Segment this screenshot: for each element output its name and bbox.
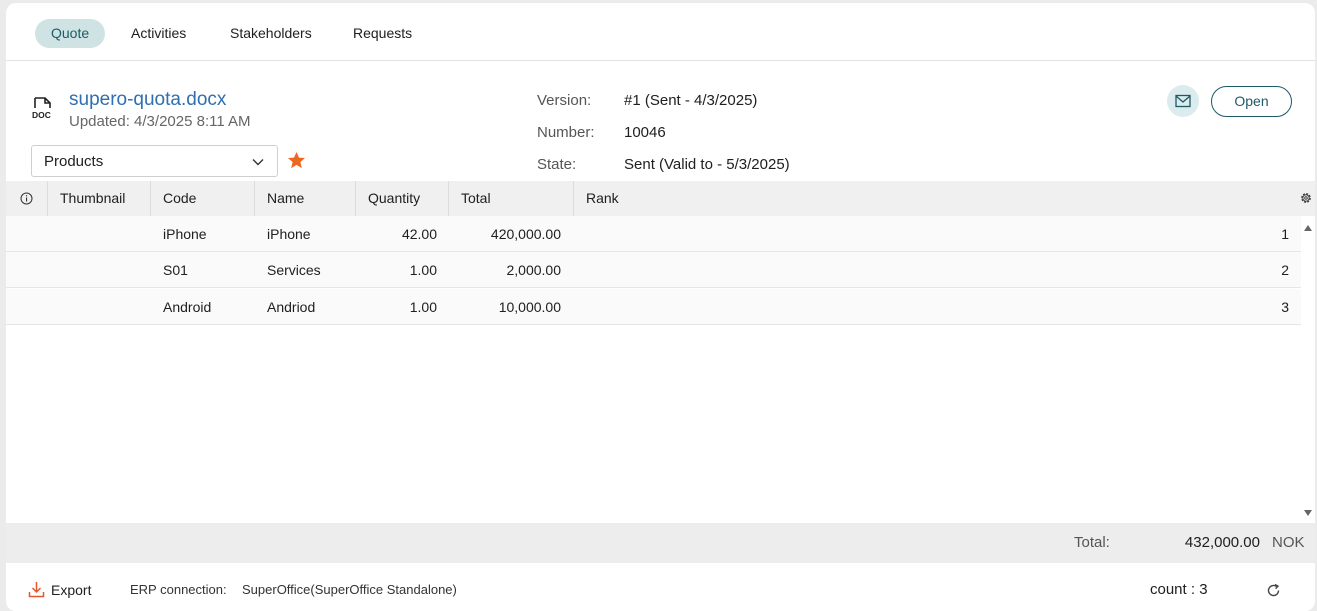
erp-connection-label: ERP connection:: [130, 582, 227, 597]
total-label: Total:: [1074, 534, 1110, 551]
scroll-down-arrow-icon[interactable]: [1304, 510, 1312, 516]
cell-name: iPhone: [267, 226, 311, 242]
doc-icon: DOC: [32, 97, 51, 120]
tab-activities[interactable]: Activities: [115, 19, 202, 48]
cell-code: iPhone: [163, 226, 207, 242]
cell-total: 2,000.00: [506, 262, 562, 278]
totals-bar: Total: 432,000.00 NOK: [6, 523, 1315, 563]
total-currency: NOK: [1272, 534, 1305, 551]
mail-icon: [1175, 94, 1191, 108]
info-column-header[interactable]: [6, 181, 48, 216]
number-value: 10046: [624, 124, 666, 141]
cell-code: Android: [163, 299, 212, 315]
grid-body: iPhone iPhone 42.00 420,000.00 1 S01 Ser…: [6, 216, 1301, 523]
open-button[interactable]: Open: [1211, 86, 1292, 117]
cell-total: 420,000.00: [490, 226, 561, 242]
table-row[interactable]: Android Andriod 1.00 10,000.00 3: [6, 289, 1301, 325]
grid-scrollbar[interactable]: [1301, 216, 1315, 523]
document-updated: Updated: 4/3/2025 8:11 AM: [69, 113, 251, 130]
column-header-total[interactable]: Total: [449, 181, 574, 216]
grid-header: Thumbnail Code Name Quantity Total Rank: [6, 181, 1315, 216]
tab-stakeholders[interactable]: Stakeholders: [214, 19, 328, 48]
table-row[interactable]: S01 Services 1.00 2,000.00 2: [6, 252, 1301, 288]
document-title-link[interactable]: supero-quota.docx: [69, 89, 226, 111]
version-label: Version:: [537, 92, 592, 109]
view-selector-value: Products: [44, 153, 104, 170]
cell-rank: 1: [1281, 226, 1289, 242]
cell-quantity: 1.00: [409, 299, 437, 315]
refresh-icon[interactable]: [1266, 583, 1281, 598]
cell-quantity: 1.00: [409, 262, 437, 278]
erp-connection-value: SuperOffice(SuperOffice Standalone): [242, 582, 457, 597]
send-email-button[interactable]: [1167, 85, 1199, 117]
column-header-name[interactable]: Name: [255, 181, 356, 216]
info-icon: [20, 192, 33, 205]
number-label: Number:: [537, 124, 595, 141]
column-header-quantity[interactable]: Quantity: [356, 181, 449, 216]
chevron-down-icon: [252, 159, 264, 166]
cell-code: S01: [163, 262, 188, 278]
scroll-up-arrow-icon[interactable]: [1304, 225, 1312, 231]
column-header-rank[interactable]: Rank: [574, 181, 1294, 216]
cell-rank: 2: [1281, 262, 1289, 278]
tab-quote[interactable]: Quote: [35, 19, 106, 48]
tab-bar: Quote Activities Stakeholders Requests: [6, 3, 1315, 61]
column-header-code[interactable]: Code: [151, 181, 255, 216]
star-icon[interactable]: [287, 151, 306, 170]
table-row[interactable]: iPhone iPhone 42.00 420,000.00 1: [6, 216, 1301, 252]
state-label: State:: [537, 156, 577, 173]
cell-name: Services: [267, 262, 321, 278]
cell-name: Andriod: [267, 299, 316, 315]
version-value: #1 (Sent - 4/3/2025): [624, 92, 758, 109]
gear-icon[interactable]: [1299, 191, 1313, 205]
state-value: Sent (Valid to - 5/3/2025): [624, 156, 790, 173]
quote-panel: Quote Activities Stakeholders Requests D…: [6, 3, 1315, 611]
footer: Export ERP connection: SuperOffice(Super…: [6, 564, 1315, 611]
download-icon: [28, 582, 45, 598]
export-label: Export: [51, 582, 92, 598]
cell-rank: 3: [1281, 299, 1289, 315]
cell-total: 10,000.00: [498, 299, 561, 315]
tab-requests[interactable]: Requests: [337, 19, 428, 48]
column-header-thumbnail[interactable]: Thumbnail: [48, 181, 151, 216]
row-count: count : 3: [1150, 581, 1208, 598]
svg-text:DOC: DOC: [32, 110, 51, 120]
view-selector[interactable]: Products: [31, 145, 278, 177]
total-amount: 432,000.00: [1184, 534, 1260, 551]
cell-quantity: 42.00: [401, 226, 437, 242]
